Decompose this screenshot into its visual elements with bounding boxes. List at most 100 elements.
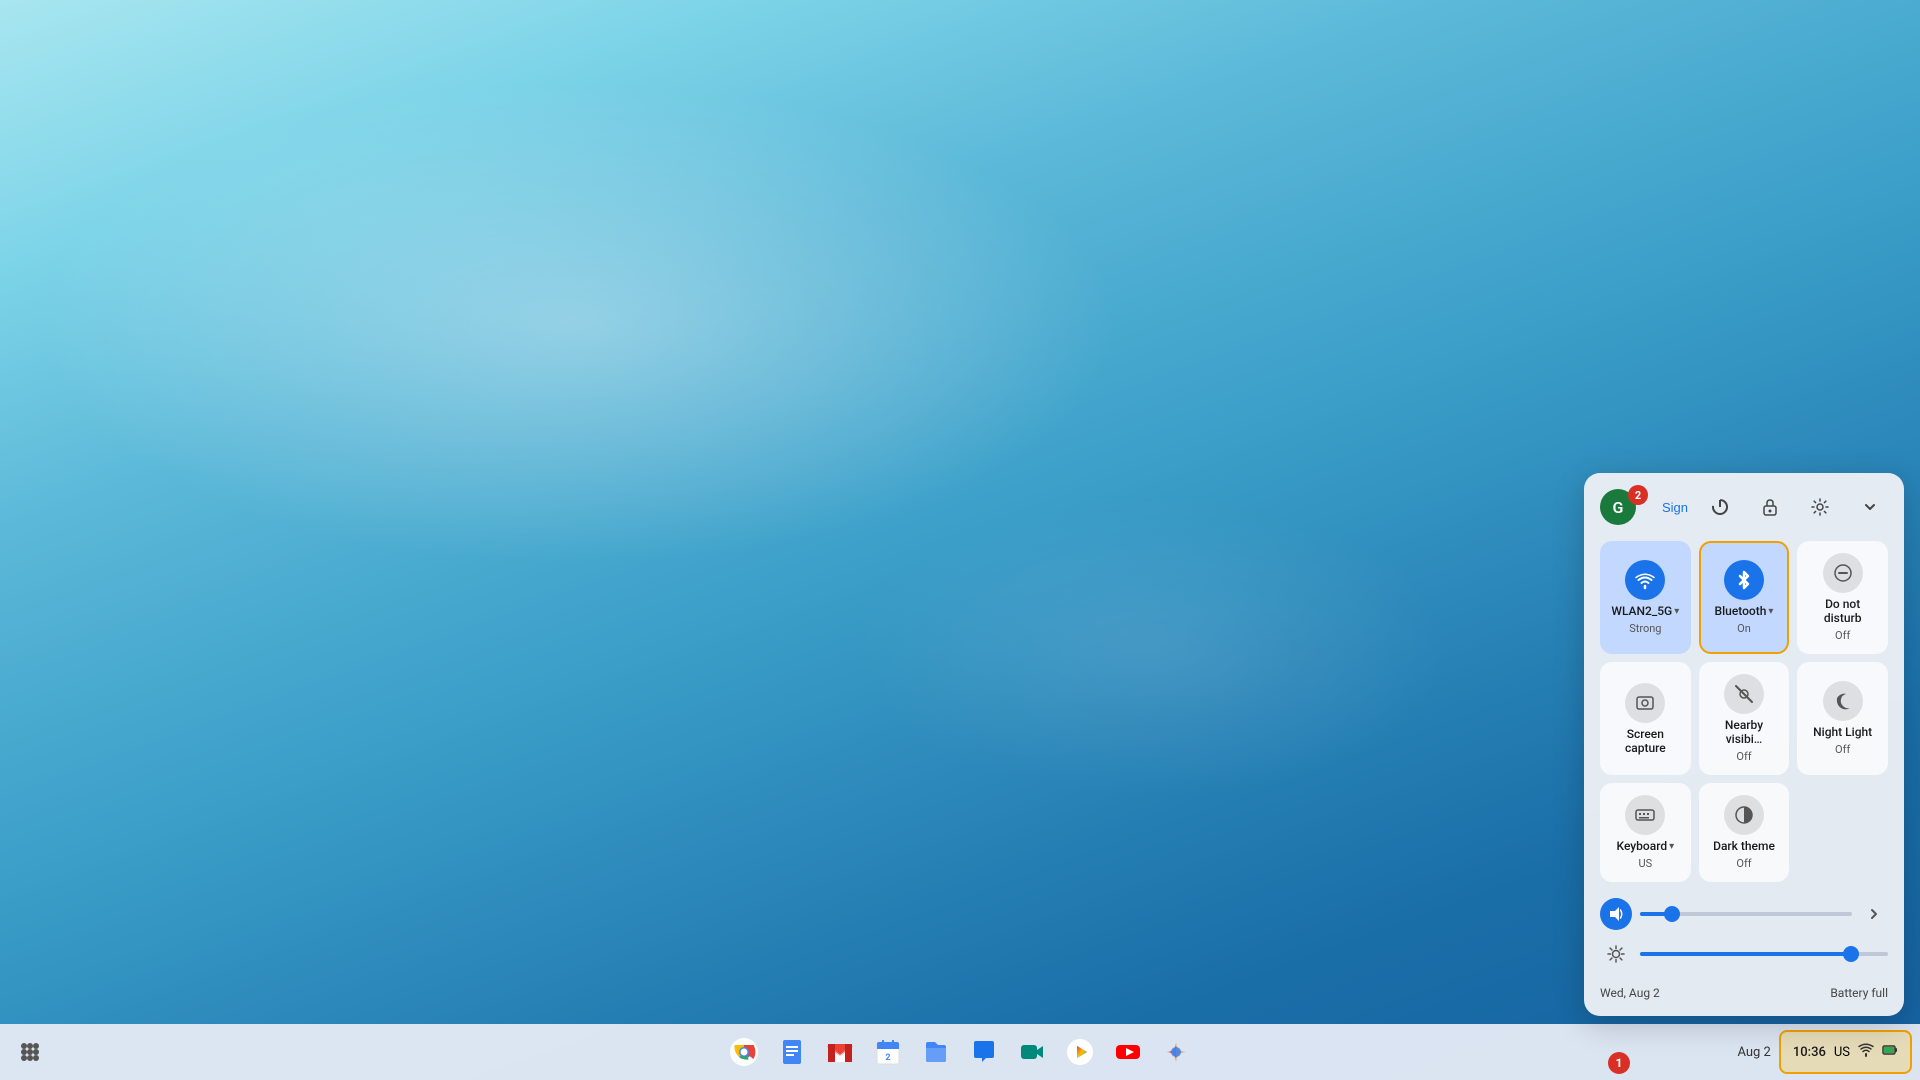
keyboard-dropdown-arrow: ▾: [1669, 841, 1674, 852]
taskbar-app-chrome[interactable]: [722, 1030, 766, 1074]
desktop: 2: [0, 0, 1920, 1080]
taskbar-app-gmail[interactable]: [818, 1030, 862, 1074]
dnd-icon: [1832, 562, 1854, 584]
svg-text:2: 2: [885, 1053, 890, 1063]
qs-header: G 2 Sign: [1600, 489, 1888, 525]
darktheme-tile-sublabel: Off: [1736, 857, 1751, 870]
collapse-button[interactable]: [1852, 489, 1888, 525]
keyboard-tile-sublabel: US: [1638, 857, 1652, 870]
taskbar-app-messages[interactable]: [962, 1030, 1006, 1074]
bluetooth-tile-icon: [1724, 560, 1764, 600]
taskbar-app-youtube[interactable]: [1106, 1030, 1150, 1074]
keyboard-tile[interactable]: Keyboard ▾ US: [1600, 783, 1691, 882]
volume-expand-button[interactable]: [1860, 900, 1888, 928]
wifi-tile-label: WLAN2_5G: [1611, 604, 1672, 618]
keyboard-label-row: Keyboard ▾: [1617, 839, 1675, 853]
dnd-tile-icon: [1823, 553, 1863, 593]
taskbar-app-docs[interactable]: [770, 1030, 814, 1074]
brightness-thumb[interactable]: [1843, 946, 1859, 962]
taskbar-app-files[interactable]: [914, 1030, 958, 1074]
bluetooth-icon: [1733, 569, 1755, 591]
bluetooth-tile-label: Bluetooth: [1715, 604, 1767, 618]
qs-battery: Battery full: [1830, 986, 1888, 1000]
bluetooth-label-row: Bluetooth ▾: [1715, 604, 1774, 618]
wifi-tile[interactable]: WLAN2_5G ▾ Strong: [1600, 541, 1691, 654]
taskbar-app-meet[interactable]: [1010, 1030, 1054, 1074]
volume-thumb[interactable]: [1664, 906, 1680, 922]
power-icon: [1710, 497, 1730, 517]
taskbar: 2: [0, 1024, 1920, 1080]
nightlight-tile-sublabel: Off: [1835, 743, 1850, 756]
brightness-svg-icon: [1607, 945, 1625, 963]
wifi-icon: [1634, 569, 1656, 591]
darktheme-tile-icon: [1724, 795, 1764, 835]
bluetooth-tile[interactable]: Bluetooth ▾ On: [1699, 541, 1790, 654]
lock-icon: [1761, 498, 1779, 516]
nearby-tile-icon: [1724, 674, 1764, 714]
taskbar-app-photos[interactable]: [1154, 1030, 1198, 1074]
dnd-tile-sublabel: Off: [1835, 629, 1850, 642]
nightlight-tile[interactable]: Night Light Off: [1797, 662, 1888, 775]
qs-date: Wed, Aug 2: [1600, 986, 1660, 1000]
darktheme-tile[interactable]: Dark theme Off: [1699, 783, 1790, 882]
dnd-tile-label: Do not disturb: [1805, 597, 1880, 625]
taskbar-center: 2: [722, 1030, 1198, 1074]
darktheme-icon: [1733, 804, 1755, 826]
tray-time: 10:36: [1793, 1045, 1826, 1060]
wifi-tray-icon: [1858, 1042, 1874, 1062]
notification-badge-1: 1: [1608, 1052, 1630, 1074]
nightlight-tile-icon: [1823, 681, 1863, 721]
volume-icon-button[interactable]: [1600, 898, 1632, 930]
nearby-tile-label: Nearby visibi…: [1707, 718, 1782, 746]
bluetooth-dropdown-arrow: ▾: [1768, 606, 1773, 617]
screencapture-tile[interactable]: Screen capture: [1600, 662, 1691, 775]
qs-footer: Wed, Aug 2 Battery full: [1600, 982, 1888, 1000]
tray-date: Aug 2: [1737, 1045, 1770, 1060]
volume-slider-row: [1600, 898, 1888, 930]
settings-button[interactable]: [1802, 489, 1838, 525]
wifi-tile-icon: [1625, 560, 1665, 600]
launcher-button[interactable]: [8, 1030, 52, 1074]
taskbar-left: [8, 1030, 52, 1074]
taskbar-app-play[interactable]: [1058, 1030, 1102, 1074]
darktheme-tile-label: Dark theme: [1713, 839, 1775, 853]
sign-button[interactable]: Sign: [1662, 500, 1688, 515]
volume-icon: [1607, 905, 1625, 923]
system-tray[interactable]: 10:36 US: [1779, 1030, 1912, 1074]
launcher-icon: [20, 1042, 40, 1062]
wifi-dropdown-arrow: ▾: [1674, 606, 1679, 617]
brightness-fill: [1640, 952, 1851, 956]
screencapture-tile-label: Screen capture: [1608, 727, 1683, 755]
battery-tray-icon: [1882, 1042, 1898, 1062]
keyboard-tile-label: Keyboard: [1617, 839, 1668, 853]
avatar-wrapper: G 2: [1600, 489, 1648, 525]
quick-settings-panel: G 2 Sign: [1584, 473, 1904, 1016]
brightness-slider-row: [1600, 938, 1888, 970]
keyboard-tile-icon: [1625, 795, 1665, 835]
wifi-label-row: WLAN2_5G ▾: [1611, 604, 1679, 618]
nearby-tile-sublabel: Off: [1736, 750, 1751, 763]
keyboard-icon: [1634, 804, 1656, 826]
lock-button[interactable]: [1752, 489, 1788, 525]
brightness-track[interactable]: [1640, 952, 1888, 956]
nightlight-icon: [1832, 690, 1854, 712]
wifi-tile-sublabel: Strong: [1629, 622, 1661, 635]
bluetooth-tile-sublabel: On: [1737, 622, 1751, 635]
tray-locale: US: [1834, 1045, 1850, 1060]
taskbar-app-calendar[interactable]: 2: [866, 1030, 910, 1074]
power-button[interactable]: [1702, 489, 1738, 525]
volume-chevron-right-icon: [1866, 906, 1882, 922]
gear-icon: [1810, 497, 1830, 517]
nearby-tile[interactable]: Nearby visibi… Off: [1699, 662, 1790, 775]
qs-tiles-grid: WLAN2_5G ▾ Strong Bluetooth ▾ On: [1600, 541, 1888, 882]
dnd-tile[interactable]: Do not disturb Off: [1797, 541, 1888, 654]
taskbar-right: Aug 2 10:36 US: [1737, 1030, 1912, 1074]
qs-sliders: [1600, 898, 1888, 970]
collapse-icon: [1861, 498, 1879, 516]
volume-track[interactable]: [1640, 912, 1852, 916]
brightness-icon: [1600, 938, 1632, 970]
screencapture-icon: [1634, 692, 1656, 714]
nightlight-tile-label: Night Light: [1813, 725, 1872, 739]
notification-count-badge: 2: [1628, 485, 1648, 505]
screencapture-tile-icon: [1625, 683, 1665, 723]
